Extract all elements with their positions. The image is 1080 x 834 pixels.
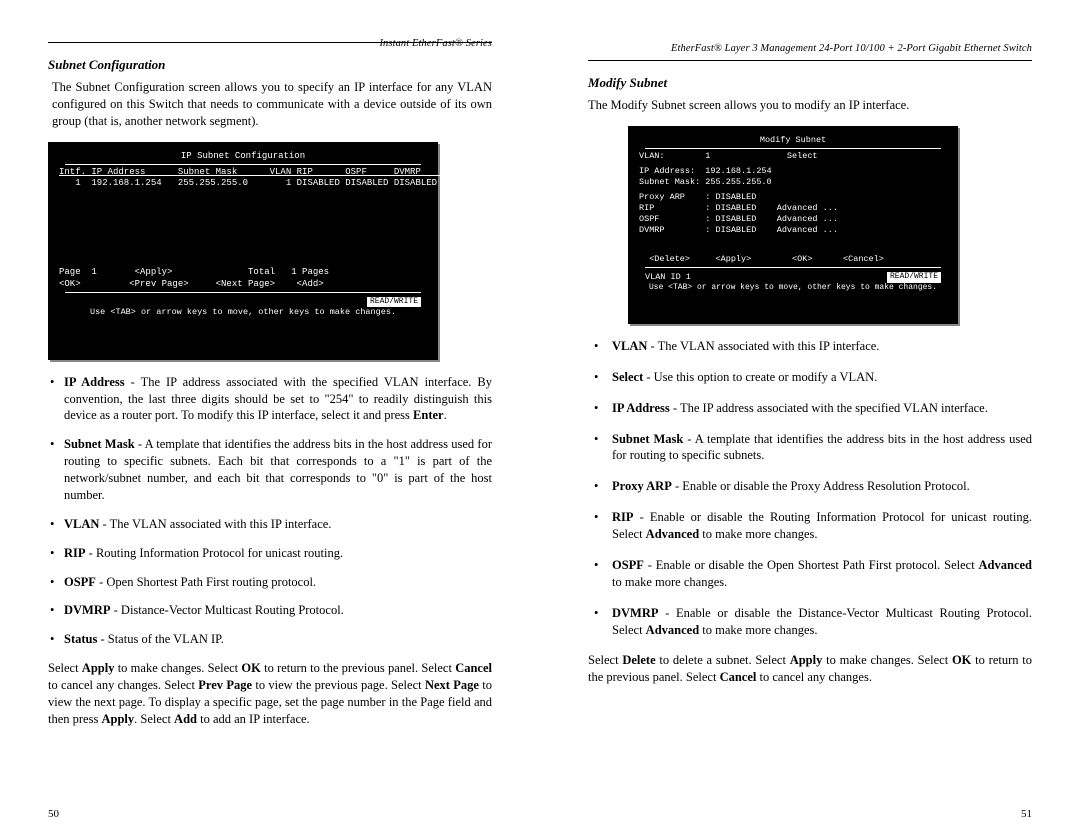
left-terminal-wrap: IP Subnet Configuration Intf. IP Address…	[48, 142, 492, 360]
term2-rip: RIP : DISABLED Advanced ...	[639, 203, 947, 214]
bullet-ospf: OSPF - Open Shortest Path First routing …	[54, 574, 492, 591]
bullet-vlan: VLAN - The VLAN associated with this IP …	[54, 516, 492, 533]
left-closing-paragraph: Select Apply to make changes. Select OK …	[48, 660, 492, 728]
term2-hint: Use <TAB> or arrow keys to move, other k…	[639, 283, 947, 293]
left-page: Instant EtherFast® Series Subnet Configu…	[0, 0, 540, 834]
right-header: EtherFast® Layer 3 Management 24-Port 10…	[671, 43, 1032, 54]
term1-row: 1 192.168.1.254 255.255.255.0 1 DISABLED…	[59, 178, 427, 189]
left-bullet-list: IP Address - The IP address associated w…	[54, 374, 492, 649]
term1-pager-bottom: <OK> <Prev Page> <Next Page> <Add>	[59, 279, 427, 290]
term2-vlanid: VLAN ID 1	[645, 272, 691, 283]
term2-vlan: VLAN: 1 Select	[639, 151, 947, 162]
bullet-dvmrp: DVMRP - Distance-Vector Multicast Routin…	[54, 602, 492, 619]
left-intro-paragraph: The Subnet Configuration screen allows y…	[52, 79, 492, 130]
term2-buttons: <Delete> <Apply> <OK> <Cancel>	[639, 254, 947, 265]
rbullet-rip: RIP - Enable or disable the Routing Info…	[594, 509, 1032, 543]
ip-subnet-config-terminal: IP Subnet Configuration Intf. IP Address…	[48, 142, 438, 360]
bullet-rip: RIP - Routing Information Protocol for u…	[54, 545, 492, 562]
bullet-ip-address: IP Address - The IP address associated w…	[54, 374, 492, 425]
rbullet-ip-address: IP Address - The IP address associated w…	[594, 400, 1032, 417]
term2-mask: Subnet Mask: 255.255.255.0	[639, 177, 947, 188]
right-terminal-wrap: Modify Subnet VLAN: 1 Select IP Address:…	[588, 126, 1032, 324]
rbullet-vlan: VLAN - The VLAN associated with this IP …	[594, 338, 1032, 355]
left-section-title: Subnet Configuration	[48, 57, 492, 73]
term1-columns: Intf. IP Address Subnet Mask VLAN RIP OS…	[59, 167, 427, 178]
rbullet-ospf: OSPF - Enable or disable the Open Shorte…	[594, 557, 1032, 591]
term2-dvmrp: DVMRP : DISABLED Advanced ...	[639, 225, 947, 236]
bullet-subnet-mask: Subnet Mask - A template that identifies…	[54, 436, 492, 504]
page-spread: Instant EtherFast® Series Subnet Configu…	[0, 0, 1080, 834]
rbullet-dvmrp: DVMRP - Enable or disable the Distance-V…	[594, 605, 1032, 639]
right-page-number: 51	[1021, 808, 1032, 820]
right-header-rule	[588, 60, 1032, 61]
term2-proxy-arp: Proxy ARP : DISABLED	[639, 192, 947, 203]
right-intro-paragraph: The Modify Subnet screen allows you to m…	[588, 97, 1032, 114]
right-header-row: EtherFast® Layer 3 Management 24-Port 10…	[588, 38, 1032, 56]
left-header: Instant EtherFast® Series	[379, 38, 492, 49]
rbullet-select: Select - Use this option to create or mo…	[594, 369, 1032, 386]
left-page-number: 50	[48, 808, 59, 820]
rbullet-proxy-arp: Proxy ARP - Enable or disable the Proxy …	[594, 478, 1032, 495]
term1-readwrite: READ/WRITE	[367, 297, 421, 307]
rbullet-subnet-mask: Subnet Mask - A template that identifies…	[594, 431, 1032, 465]
term1-pager-top: Page 1 <Apply> Total 1 Pages	[59, 267, 427, 278]
term2-readwrite: READ/WRITE	[887, 272, 941, 283]
right-section-title: Modify Subnet	[588, 75, 1032, 91]
bullet-status: Status - Status of the VLAN IP.	[54, 631, 492, 648]
term2-ospf: OSPF : DISABLED Advanced ...	[639, 214, 947, 225]
term1-hint: Use <TAB> or arrow keys to move, other k…	[59, 307, 427, 318]
right-bullet-list: VLAN - The VLAN associated with this IP …	[594, 338, 1032, 639]
right-closing-paragraph: Select Delete to delete a subnet. Select…	[588, 652, 1032, 686]
modify-subnet-terminal: Modify Subnet VLAN: 1 Select IP Address:…	[628, 126, 958, 324]
term2-title: Modify Subnet	[639, 135, 947, 146]
term2-ip: IP Address: 192.168.1.254	[639, 166, 947, 177]
right-page: EtherFast® Layer 3 Management 24-Port 10…	[540, 0, 1080, 834]
term1-title: IP Subnet Configuration	[59, 151, 427, 162]
